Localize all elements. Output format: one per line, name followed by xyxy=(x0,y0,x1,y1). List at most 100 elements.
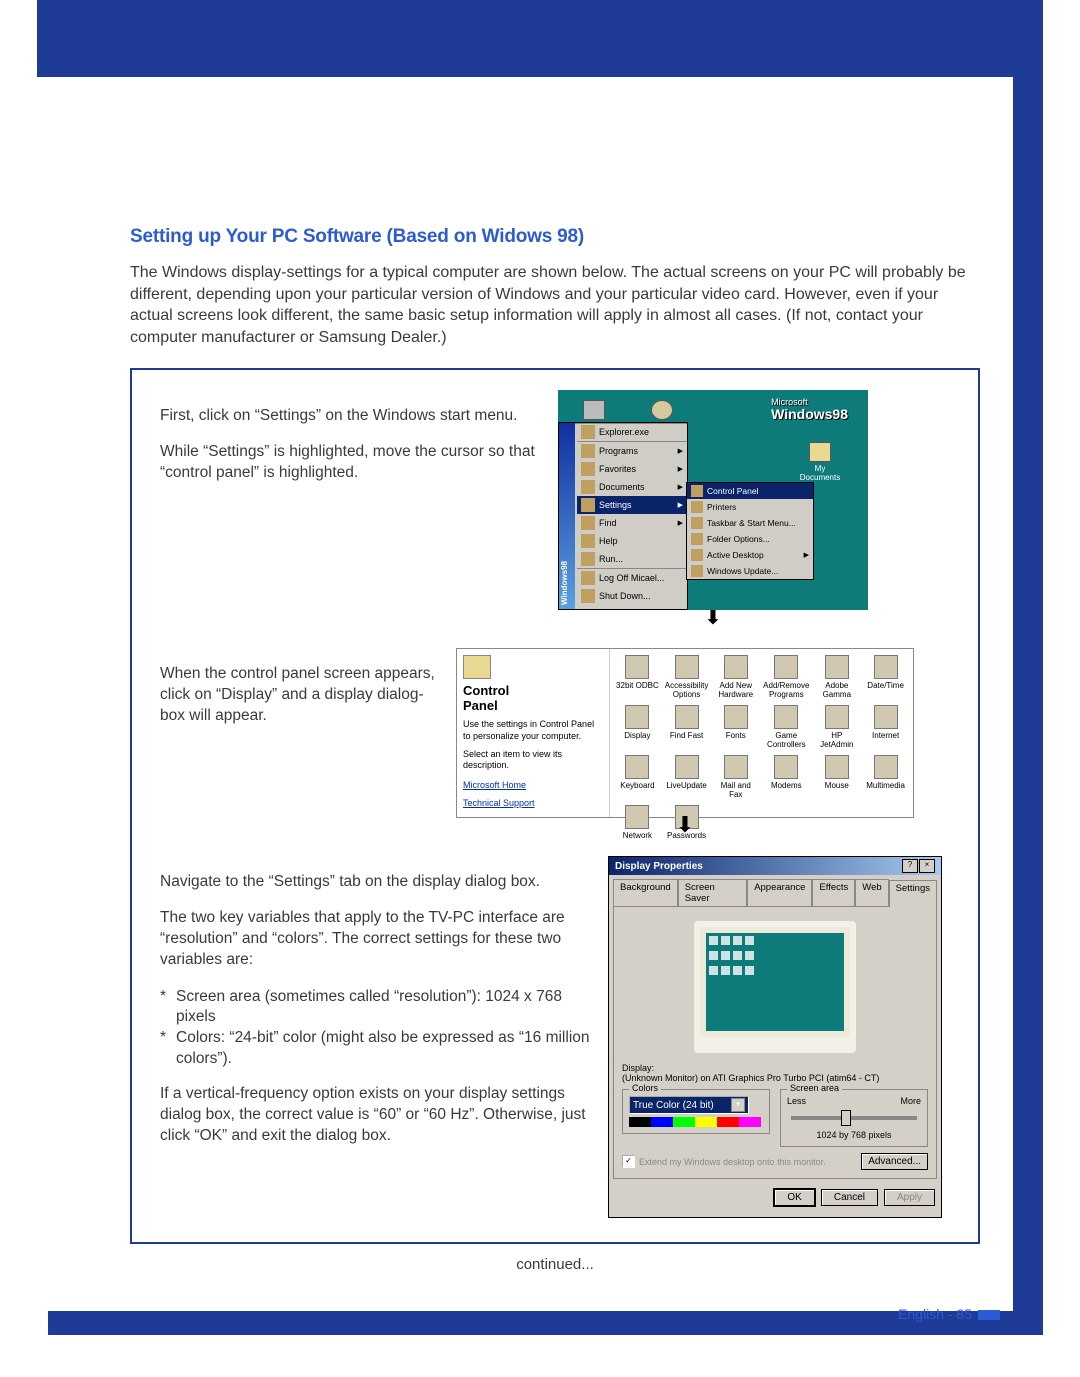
printer-icon xyxy=(691,501,703,513)
page-number: English - 85 xyxy=(898,1306,1000,1322)
cp-item-label: Date/Time xyxy=(867,681,904,690)
cp-item[interactable]: Add/Remove Programs xyxy=(761,653,811,701)
run-icon xyxy=(581,552,595,566)
cp-item[interactable]: HP JetAdmin xyxy=(813,703,860,751)
sub-item-printers[interactable]: Printers xyxy=(687,499,813,515)
cp-desc2: Select an item to view its description. xyxy=(463,749,603,772)
cp-item[interactable]: Find Fast xyxy=(663,703,711,751)
cp-item-label: Add/Remove Programs xyxy=(763,681,809,699)
cp-item[interactable]: 32bit ODBC xyxy=(614,653,661,701)
tab-appearance[interactable]: Appearance xyxy=(747,879,812,906)
cp-item-label: LiveUpdate xyxy=(666,781,706,790)
area-value: 1024 by 768 pixels xyxy=(787,1130,921,1140)
continued-label: continued... xyxy=(130,1256,980,1273)
cp-item-label: Find Fast xyxy=(670,731,703,740)
cp-item-label: Multimedia xyxy=(866,781,905,790)
cp-item-icon xyxy=(774,655,798,679)
monitor-preview xyxy=(694,921,856,1053)
cp-item-icon xyxy=(724,705,748,729)
sm-item-run[interactable]: Run... xyxy=(577,550,687,568)
colors-dropdown[interactable]: True Color (24 bit)▾ xyxy=(629,1096,749,1114)
tab-effects[interactable]: Effects xyxy=(812,879,855,906)
tab-settings[interactable]: Settings xyxy=(889,880,937,907)
step-1-text: First, click on “Settings” on the Window… xyxy=(160,390,540,624)
display-value: (Unknown Monitor) on ATI Graphics Pro Tu… xyxy=(622,1073,928,1083)
cp-item[interactable]: Mail and Fax xyxy=(712,753,759,801)
cp-item-label: Network xyxy=(623,831,652,840)
cp-item-label: Game Controllers xyxy=(763,731,809,749)
cp-item[interactable]: Modems xyxy=(761,753,811,801)
cp-item-icon xyxy=(625,655,649,679)
sm-item-explorer[interactable]: Explorer.exe xyxy=(577,423,687,441)
help-button-icon[interactable]: ? xyxy=(902,859,918,873)
cp-item[interactable]: Accessibility Options xyxy=(663,653,711,701)
cp-item[interactable]: Date/Time xyxy=(862,653,909,701)
cp-item[interactable]: Keyboard xyxy=(614,753,661,801)
cp-item[interactable]: LiveUpdate xyxy=(663,753,711,801)
cp-item-label: Modems xyxy=(771,781,802,790)
cp-item-icon xyxy=(724,655,748,679)
step-3-bullets: Screen area (sometimes called “resolutio… xyxy=(160,987,590,1071)
cp-item-icon xyxy=(874,655,898,679)
sub-item-folder-opts[interactable]: Folder Options... xyxy=(687,531,813,547)
windows-logo: Microsoft Windows98 xyxy=(771,400,848,421)
star-icon xyxy=(581,462,595,476)
cp-item[interactable]: Multimedia xyxy=(862,753,909,801)
sm-item-find[interactable]: Find▶ xyxy=(577,514,687,532)
cp-item-icon xyxy=(774,755,798,779)
cp-item-icon xyxy=(625,705,649,729)
cp-item[interactable]: Mouse xyxy=(813,753,860,801)
sm-item-help[interactable]: Help xyxy=(577,532,687,550)
cp-item[interactable]: Internet xyxy=(862,703,909,751)
close-icon[interactable]: × xyxy=(919,859,935,873)
cp-item-icon xyxy=(675,655,699,679)
steps-box: First, click on “Settings” on the Window… xyxy=(130,368,980,1244)
ok-button[interactable]: OK xyxy=(774,1189,814,1206)
sub-item-taskbar[interactable]: Taskbar & Start Menu... xyxy=(687,515,813,531)
apply-button[interactable]: Apply xyxy=(884,1189,935,1206)
cp-item-icon xyxy=(874,705,898,729)
cp-item-label: Mouse xyxy=(825,781,849,790)
tab-background[interactable]: Background xyxy=(613,879,678,906)
sm-item-documents[interactable]: Documents▶ xyxy=(577,478,687,496)
search-icon xyxy=(581,516,595,530)
cp-item-label: Add New Hardware xyxy=(714,681,757,699)
tab-screensaver[interactable]: Screen Saver xyxy=(678,879,747,906)
cp-item[interactable]: Add New Hardware xyxy=(712,653,759,701)
sm-item-shutdown[interactable]: Shut Down... xyxy=(577,587,687,605)
cp-item[interactable]: Network xyxy=(614,803,661,842)
cp-item-icon xyxy=(625,755,649,779)
page-border-top xyxy=(37,0,1043,77)
cancel-button[interactable]: Cancel xyxy=(821,1189,878,1206)
cp-desc: Use the settings in Control Panel to per… xyxy=(463,719,603,742)
cp-item-icon xyxy=(825,755,849,779)
sm-item-logoff[interactable]: Log Off Micael... xyxy=(577,568,687,587)
taskbar-icon xyxy=(691,517,703,529)
dp-window-title: Display Properties xyxy=(615,861,703,872)
extend-checkbox[interactable]: ✓ xyxy=(622,1155,635,1168)
sm-item-favorites[interactable]: Favorites▶ xyxy=(577,460,687,478)
link-ms-home[interactable]: Microsoft Home xyxy=(463,780,603,790)
app-icon xyxy=(581,425,595,439)
cp-item[interactable]: Fonts xyxy=(712,703,759,751)
color-swatches xyxy=(629,1117,763,1127)
page-border-bottom xyxy=(48,1311,1043,1335)
tab-web[interactable]: Web xyxy=(855,879,888,906)
bullet-colors: Colors: “24-bit” color (might also be ex… xyxy=(176,1028,590,1070)
sm-item-settings[interactable]: Settings▶ xyxy=(577,496,687,514)
step-2-screenshot: ControlPanel Use the settings in Control… xyxy=(456,648,914,832)
cpanel-icon xyxy=(691,485,703,497)
sub-item-active-desktop[interactable]: Active Desktop▶ xyxy=(687,547,813,563)
cp-item-label: Adobe Gamma xyxy=(815,681,858,699)
advanced-button[interactable]: Advanced... xyxy=(861,1153,928,1170)
cp-item[interactable]: Game Controllers xyxy=(761,703,811,751)
step-3-p3: If a vertical-frequency option exists on… xyxy=(160,1084,590,1147)
cp-item[interactable]: Adobe Gamma xyxy=(813,653,860,701)
sub-item-winupdate[interactable]: Windows Update... xyxy=(687,563,813,579)
resolution-slider[interactable] xyxy=(791,1116,917,1120)
control-panel-title: ControlPanel xyxy=(463,683,603,713)
cp-item[interactable]: Display xyxy=(614,703,661,751)
link-tech-support[interactable]: Technical Support xyxy=(463,798,603,808)
sm-item-programs[interactable]: Programs▶ xyxy=(577,441,687,460)
sub-item-control-panel[interactable]: Control Panel xyxy=(687,483,813,499)
